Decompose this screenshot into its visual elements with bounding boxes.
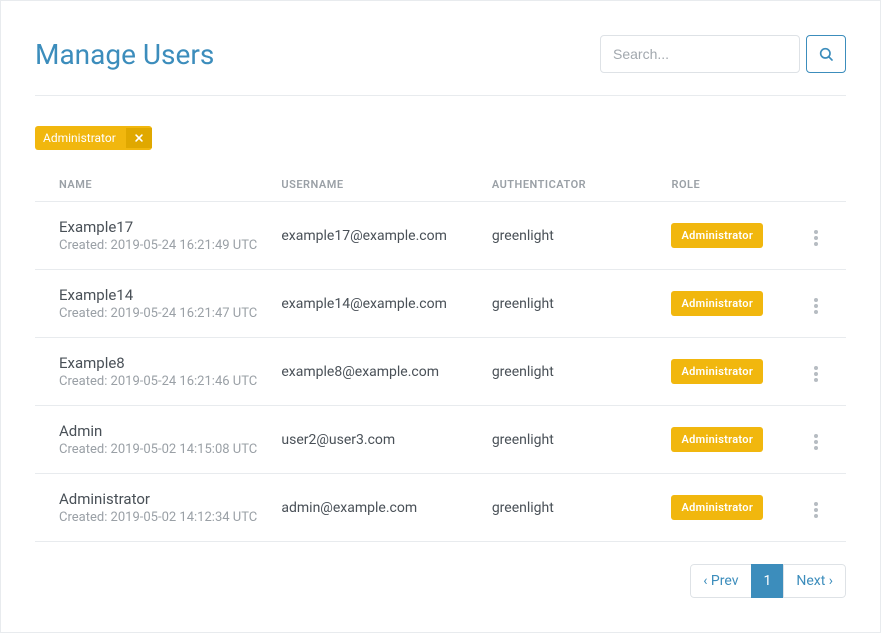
cell-username: admin@example.com (281, 474, 491, 542)
table-row: Example17 Created: 2019-05-24 16:21:49 UT… (35, 202, 846, 270)
header-row: Manage Users (35, 35, 846, 96)
cell-username: user2@user3.com (281, 406, 491, 474)
role-badge[interactable]: Administrator (671, 359, 763, 384)
cell-name: Example8 Created: 2019-05-24 16:21:46 UTC (35, 338, 281, 406)
cell-actions (795, 406, 846, 474)
pagination: ‹ Prev 1 Next › (35, 542, 846, 598)
cell-name: Admin Created: 2019-05-02 14:15:08 UTC (35, 406, 281, 474)
cell-actions (795, 474, 846, 542)
cell-role: Administrator (671, 202, 794, 270)
cell-authenticator: greenlight (492, 406, 672, 474)
table-row: Admin Created: 2019-05-02 14:15:08 UTC use… (35, 406, 846, 474)
col-header-name[interactable]: NAME (35, 168, 281, 202)
cell-authenticator: greenlight (492, 338, 672, 406)
user-created: Created: 2019-05-24 16:21:49 UTC (59, 238, 269, 253)
user-created: Created: 2019-05-24 16:21:46 UTC (59, 374, 269, 389)
cell-actions (795, 270, 846, 338)
cell-username: example17@example.com (281, 202, 491, 270)
row-actions-button[interactable] (810, 294, 822, 318)
page-title: Manage Users (35, 38, 214, 71)
cell-role: Administrator (671, 338, 794, 406)
col-header-actions (795, 168, 846, 202)
page-prev[interactable]: ‹ Prev (690, 564, 751, 598)
search-input[interactable] (600, 35, 800, 73)
cell-role: Administrator (671, 270, 794, 338)
user-name: Admin (59, 422, 269, 440)
cell-actions (795, 202, 846, 270)
row-actions-button[interactable] (810, 226, 822, 250)
page-next[interactable]: Next › (783, 564, 846, 598)
page-1[interactable]: 1 (751, 564, 785, 598)
col-header-role[interactable]: ROLE (671, 168, 794, 202)
filter-tag-label: Administrator (35, 126, 126, 150)
search-group (600, 35, 846, 73)
user-name: Administrator (59, 490, 269, 508)
filter-tag-remove[interactable] (126, 128, 152, 148)
cell-actions (795, 338, 846, 406)
cell-username: example14@example.com (281, 270, 491, 338)
cell-authenticator: greenlight (492, 202, 672, 270)
table-row: Example14 Created: 2019-05-24 16:21:47 UT… (35, 270, 846, 338)
cell-username: example8@example.com (281, 338, 491, 406)
filter-row: Administrator (35, 96, 846, 168)
col-header-authenticator[interactable]: AUTHENTICATOR (492, 168, 672, 202)
role-badge[interactable]: Administrator (671, 223, 763, 248)
cell-authenticator: greenlight (492, 270, 672, 338)
user-name: Example17 (59, 218, 269, 236)
manage-users-panel: Manage Users Administrator NAME USERNAME… (0, 0, 881, 633)
page-list: ‹ Prev 1 Next › (690, 564, 846, 598)
user-name: Example8 (59, 354, 269, 372)
close-icon (134, 133, 144, 143)
col-header-username[interactable]: USERNAME (281, 168, 491, 202)
user-name: Example14 (59, 286, 269, 304)
row-actions-button[interactable] (810, 498, 822, 522)
user-created: Created: 2019-05-02 14:15:08 UTC (59, 442, 269, 457)
cell-role: Administrator (671, 474, 794, 542)
row-actions-button[interactable] (810, 430, 822, 454)
table-row: Example8 Created: 2019-05-24 16:21:46 UTC… (35, 338, 846, 406)
search-button[interactable] (806, 35, 846, 73)
role-badge[interactable]: Administrator (671, 427, 763, 452)
user-created: Created: 2019-05-02 14:12:34 UTC (59, 510, 269, 525)
role-badge[interactable]: Administrator (671, 291, 763, 316)
users-table: NAME USERNAME AUTHENTICATOR ROLE Example… (35, 168, 846, 542)
table-header-row: NAME USERNAME AUTHENTICATOR ROLE (35, 168, 846, 202)
cell-name: Example14 Created: 2019-05-24 16:21:47 UT… (35, 270, 281, 338)
search-icon (818, 46, 834, 62)
role-badge[interactable]: Administrator (671, 495, 763, 520)
filter-tag-administrator[interactable]: Administrator (35, 126, 152, 150)
table-row: Administrator Created: 2019-05-02 14:12:3… (35, 474, 846, 542)
cell-name: Administrator Created: 2019-05-02 14:12:3… (35, 474, 281, 542)
cell-name: Example17 Created: 2019-05-24 16:21:49 UT… (35, 202, 281, 270)
cell-role: Administrator (671, 406, 794, 474)
row-actions-button[interactable] (810, 362, 822, 386)
user-created: Created: 2019-05-24 16:21:47 UTC (59, 306, 269, 321)
cell-authenticator: greenlight (492, 474, 672, 542)
